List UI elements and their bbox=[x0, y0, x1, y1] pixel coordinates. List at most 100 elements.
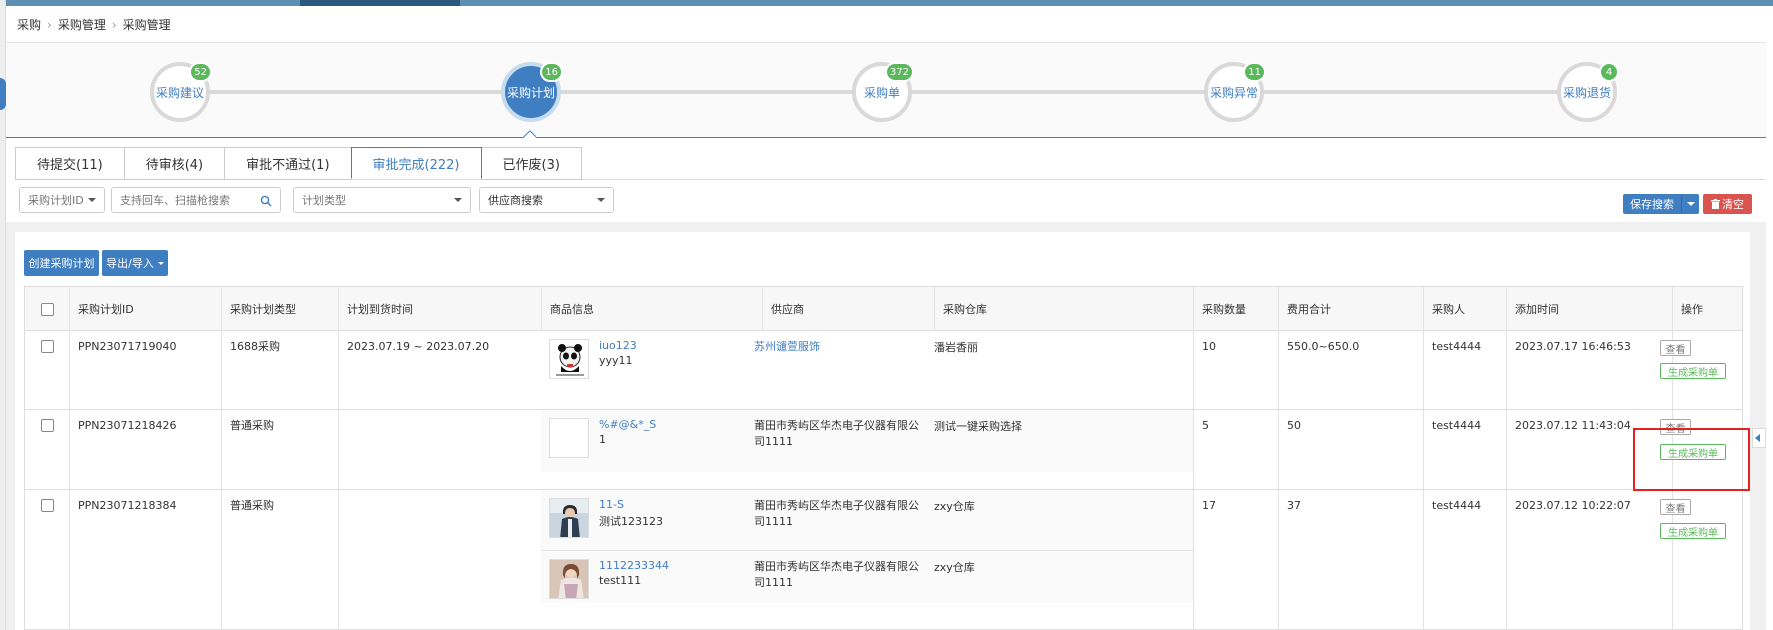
select-all-checkbox[interactable] bbox=[40, 302, 54, 316]
supplier-select[interactable]: 供应商搜索 bbox=[479, 187, 614, 213]
clear-label: 清空 bbox=[1722, 198, 1744, 211]
column-header: 操作 bbox=[1672, 287, 1742, 331]
warehouse: 测试一键采购选择 bbox=[934, 420, 1022, 433]
product-name-link[interactable]: iuo123 bbox=[599, 339, 637, 352]
caret-down-icon bbox=[454, 198, 462, 202]
column-header: 费用合计 bbox=[1278, 287, 1423, 331]
warehouse: zxy仓库 bbox=[934, 561, 975, 574]
product-thumbnail[interactable] bbox=[549, 339, 589, 379]
plan-type-select[interactable]: 计划类型 bbox=[293, 187, 471, 213]
product-thumbnail[interactable] bbox=[549, 559, 589, 599]
supplier-link[interactable]: 苏州谴萱服饰 bbox=[754, 339, 919, 355]
plan-type: 1688采购 bbox=[221, 331, 338, 409]
save-search-dropdown-icon[interactable] bbox=[1681, 194, 1699, 214]
tab-pending-review[interactable]: 待审核(4) bbox=[123, 147, 226, 180]
breadcrumb-item: 采购管理 bbox=[122, 18, 171, 32]
plan-type-select-value: 计划类型 bbox=[302, 194, 346, 207]
active-step-pointer bbox=[522, 130, 536, 138]
warehouse: 潘岩香丽 bbox=[934, 341, 978, 354]
person-product-image bbox=[550, 499, 588, 537]
arrival-time bbox=[338, 490, 541, 629]
purchase-plan-table: 采购计划ID 采购计划类型 计划到货时间 商品信息 供应商 采购仓库 采购数量 … bbox=[24, 286, 1743, 630]
highlight-box bbox=[1633, 428, 1750, 491]
breadcrumb-item[interactable]: 采购 bbox=[17, 18, 41, 32]
panda-product-image bbox=[550, 340, 588, 378]
step-label: 采购单 bbox=[863, 85, 900, 100]
supplier: 莆田市秀屿区华杰电子仪器有限公司1111 bbox=[754, 560, 919, 589]
column-header: 采购计划ID bbox=[69, 287, 221, 331]
step-count-badge: 4 bbox=[1599, 62, 1619, 82]
trash-icon bbox=[1711, 199, 1720, 209]
collapse-arrow-icon[interactable] bbox=[1752, 428, 1766, 448]
column-header: 采购仓库 bbox=[934, 287, 1193, 331]
row-checkbox[interactable] bbox=[40, 499, 54, 512]
caret-down-icon bbox=[597, 198, 605, 202]
export-import-label: 导出/导入 bbox=[106, 257, 154, 270]
step-purchase-suggestion[interactable]: 采购建议 52 bbox=[150, 62, 212, 122]
search-icon[interactable] bbox=[260, 195, 272, 207]
status-tabs: 待提交(11) 待审核(4) 审批不通过(1) 审批完成(222) 已作废(3) bbox=[15, 147, 582, 180]
step-label: 采购退货 bbox=[1562, 85, 1611, 100]
step-count-badge: 16 bbox=[540, 62, 563, 82]
plan-type: 普通采购 bbox=[221, 490, 338, 629]
row-checkbox[interactable] bbox=[40, 340, 54, 353]
product-sku: yyy11 bbox=[599, 354, 633, 367]
added-time: 2023.07.17 16:46:53 bbox=[1506, 331, 1672, 409]
step-purchase-exception[interactable]: 采购异常 11 bbox=[1204, 62, 1266, 122]
table-row: PPN23071719040 1688采购 2023.07.19 ~ 2023.… bbox=[25, 331, 1742, 410]
step-label: 采购建议 bbox=[155, 85, 204, 100]
buyer: test4444 bbox=[1423, 331, 1506, 409]
product-sku: 测试123123 bbox=[599, 515, 663, 528]
product-name-link[interactable]: 1112233344 bbox=[599, 559, 669, 572]
row-select bbox=[25, 410, 69, 489]
tab-rejected[interactable]: 审批不通过(1) bbox=[224, 147, 352, 180]
search-input[interactable]: 支持回车、扫描枪搜索 bbox=[111, 187, 281, 213]
breadcrumb-separator-icon: › bbox=[47, 18, 52, 32]
buyer: test4444 bbox=[1423, 490, 1506, 629]
goods-item: 11-S 测试123123 莆田市秀屿区华杰电子仪器有限公司1111 zxy仓库 bbox=[541, 490, 1193, 550]
tab-approved[interactable]: 审批完成(222) bbox=[350, 147, 482, 179]
table-row: PPN23071218426 普通采购 %#@&*_S 1 莆田市秀屿区华杰电子… bbox=[25, 410, 1742, 490]
column-header: 添加时间 bbox=[1506, 287, 1672, 331]
view-button[interactable]: 查看 bbox=[1660, 340, 1691, 356]
column-header: 采购数量 bbox=[1193, 287, 1278, 331]
breadcrumb: 采购 › 采购管理 › 采购管理 bbox=[17, 16, 171, 33]
plan-type: 普通采购 bbox=[221, 410, 338, 489]
step-purchase-order[interactable]: 采购单 372 bbox=[852, 62, 914, 122]
goods-item: 1112233344 test111 莆田市秀屿区华杰电子仪器有限公司1111 … bbox=[541, 550, 1193, 603]
tab-pending-submit[interactable]: 待提交(11) bbox=[15, 147, 125, 180]
quantity: 5 bbox=[1193, 410, 1278, 489]
id-type-select-value: 采购计划ID bbox=[28, 194, 84, 207]
supplier: 莆田市秀屿区华杰电子仪器有限公司1111 bbox=[754, 419, 919, 448]
product-thumbnail[interactable] bbox=[549, 498, 589, 538]
tab-voided[interactable]: 已作废(3) bbox=[480, 147, 582, 180]
step-purchase-return[interactable]: 采购退货 4 bbox=[1557, 62, 1619, 122]
goods-item: %#@&*_S 1 莆田市秀屿区华杰电子仪器有限公司1111 测试一键采购选择 bbox=[541, 410, 1193, 472]
id-type-select[interactable]: 采购计划ID bbox=[19, 187, 105, 213]
plan-id: PPN23071218384 bbox=[69, 490, 221, 629]
view-button[interactable]: 查看 bbox=[1660, 499, 1691, 515]
generate-purchase-order-button[interactable]: 生成采购单 bbox=[1660, 523, 1726, 539]
goods-item: iuo123 yyy11 苏州谴萱服饰 潘岩香丽 bbox=[541, 331, 1193, 409]
export-import-button[interactable]: 导出/导入 bbox=[102, 250, 168, 276]
warehouse: zxy仓库 bbox=[934, 500, 975, 513]
save-search-button[interactable]: 保存搜索 bbox=[1623, 194, 1699, 214]
quantity: 10 bbox=[1193, 331, 1278, 409]
row-checkbox[interactable] bbox=[40, 419, 54, 432]
product-name-link[interactable]: 11-S bbox=[599, 498, 624, 511]
step-purchase-plan[interactable]: 采购计划 16 bbox=[501, 62, 563, 122]
buyer: test4444 bbox=[1423, 410, 1506, 489]
breadcrumb-separator-icon: › bbox=[111, 18, 117, 32]
breadcrumb-item[interactable]: 采购管理 bbox=[58, 18, 106, 32]
create-purchase-plan-button[interactable]: 创建采购计划 bbox=[24, 250, 99, 276]
header-select-all bbox=[25, 287, 69, 331]
step-count-badge: 372 bbox=[884, 62, 914, 82]
product-thumbnail[interactable] bbox=[549, 418, 589, 458]
product-name-link[interactable]: %#@&*_S bbox=[599, 418, 656, 431]
person-product-image bbox=[550, 560, 588, 598]
table-row: PPN23071218384 普通采购 11-S 测试123123 莆田市秀屿区… bbox=[25, 490, 1742, 629]
total-cost: 37 bbox=[1278, 490, 1423, 629]
generate-purchase-order-button[interactable]: 生成采购单 bbox=[1660, 363, 1726, 379]
clear-button[interactable]: 清空 bbox=[1703, 194, 1752, 214]
row-select bbox=[25, 490, 69, 629]
